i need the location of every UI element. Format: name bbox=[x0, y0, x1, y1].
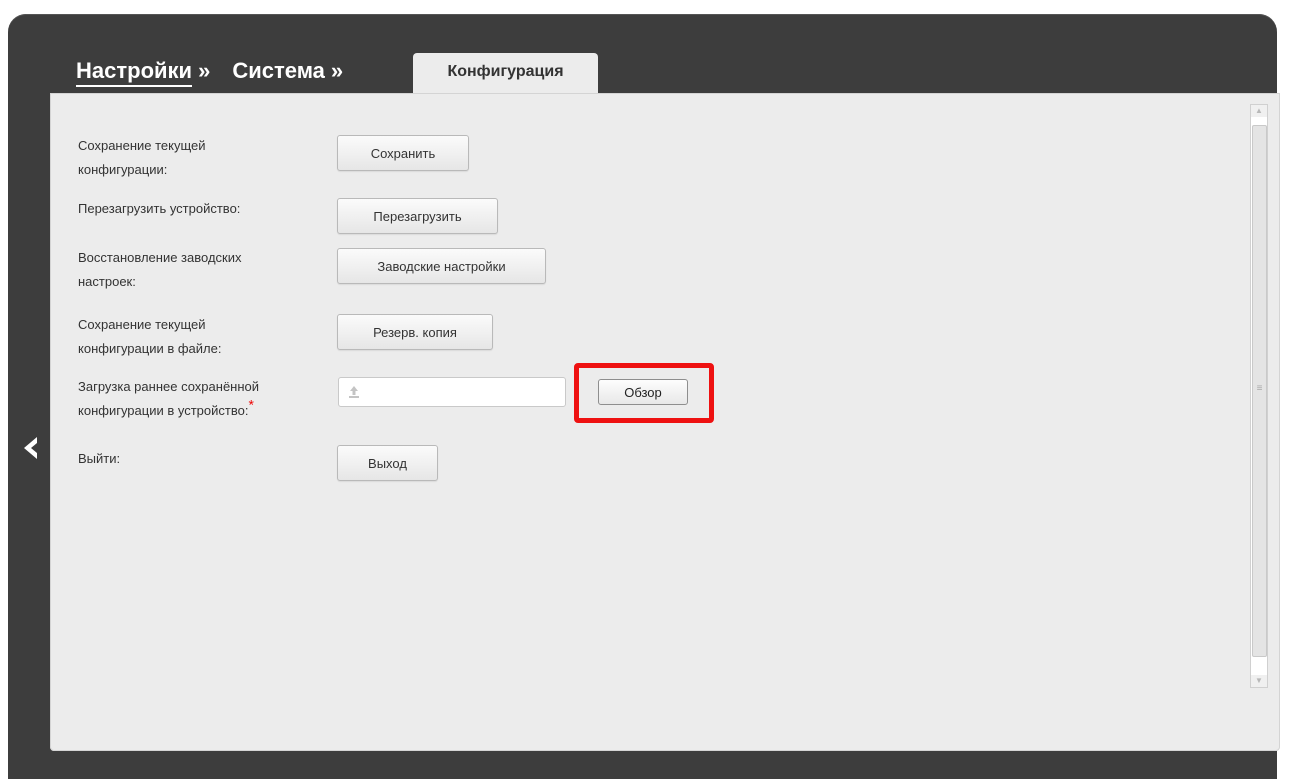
label-line: Выйти: bbox=[78, 451, 121, 466]
factory-reset-button[interactable]: Заводские настройки bbox=[337, 248, 546, 284]
reboot-button[interactable]: Перезагрузить bbox=[337, 198, 498, 234]
label-line: конфигурации в устройство:* bbox=[78, 396, 318, 423]
required-asterisk: * bbox=[248, 396, 254, 413]
save-button[interactable]: Сохранить bbox=[337, 135, 469, 171]
upload-icon bbox=[349, 386, 359, 398]
scrollbar-thumb[interactable]: ≡ bbox=[1252, 125, 1267, 657]
label-line: Сохранение текущей bbox=[78, 138, 206, 153]
label-line: Загрузка раннее сохранённой bbox=[78, 379, 260, 394]
tab-configuration[interactable]: Конфигурация bbox=[413, 53, 598, 93]
breadcrumb-separator: » bbox=[330, 58, 344, 83]
label-line: Сохранение текущей bbox=[78, 317, 206, 332]
breadcrumb: Настройки » Система » bbox=[76, 58, 365, 87]
scroll-up-icon[interactable]: ▲ bbox=[1251, 105, 1267, 117]
label-reboot-device: Перезагрузить устройство: bbox=[78, 197, 318, 221]
breadcrumb-settings-link[interactable]: Настройки bbox=[76, 58, 193, 87]
label-line: Восстановление заводских bbox=[78, 250, 242, 265]
label-line-text: конфигурации в устройство: bbox=[78, 403, 249, 418]
exit-button[interactable]: Выход bbox=[337, 445, 438, 481]
config-file-input[interactable] bbox=[338, 377, 566, 407]
label-line: конфигурации: bbox=[78, 162, 168, 177]
highlight-box bbox=[574, 363, 714, 423]
breadcrumb-system-link[interactable]: Система bbox=[232, 58, 325, 84]
backup-button[interactable]: Резерв. копия bbox=[337, 314, 493, 350]
chevron-left-icon[interactable] bbox=[21, 435, 43, 463]
label-restore-config: Загрузка раннее сохранённой конфигурации… bbox=[78, 375, 318, 423]
label-exit: Выйти: bbox=[78, 447, 318, 471]
label-line: конфигурации в файле: bbox=[78, 341, 222, 356]
vertical-scrollbar[interactable]: ▲ ≡ ▼ bbox=[1250, 104, 1268, 688]
label-line: Перезагрузить устройство: bbox=[78, 201, 241, 216]
label-factory-reset: Восстановление заводских настроек: bbox=[78, 246, 318, 294]
label-backup-to-file: Сохранение текущей конфигурации в файле: bbox=[78, 313, 318, 361]
label-line: настроек: bbox=[78, 274, 136, 289]
scroll-down-icon[interactable]: ▼ bbox=[1251, 675, 1267, 687]
chevron-left-icon-shape bbox=[24, 437, 37, 459]
grip-icon: ≡ bbox=[1256, 383, 1263, 394]
label-save-config: Сохранение текущей конфигурации: bbox=[78, 134, 318, 182]
breadcrumb-separator: » bbox=[198, 58, 211, 83]
